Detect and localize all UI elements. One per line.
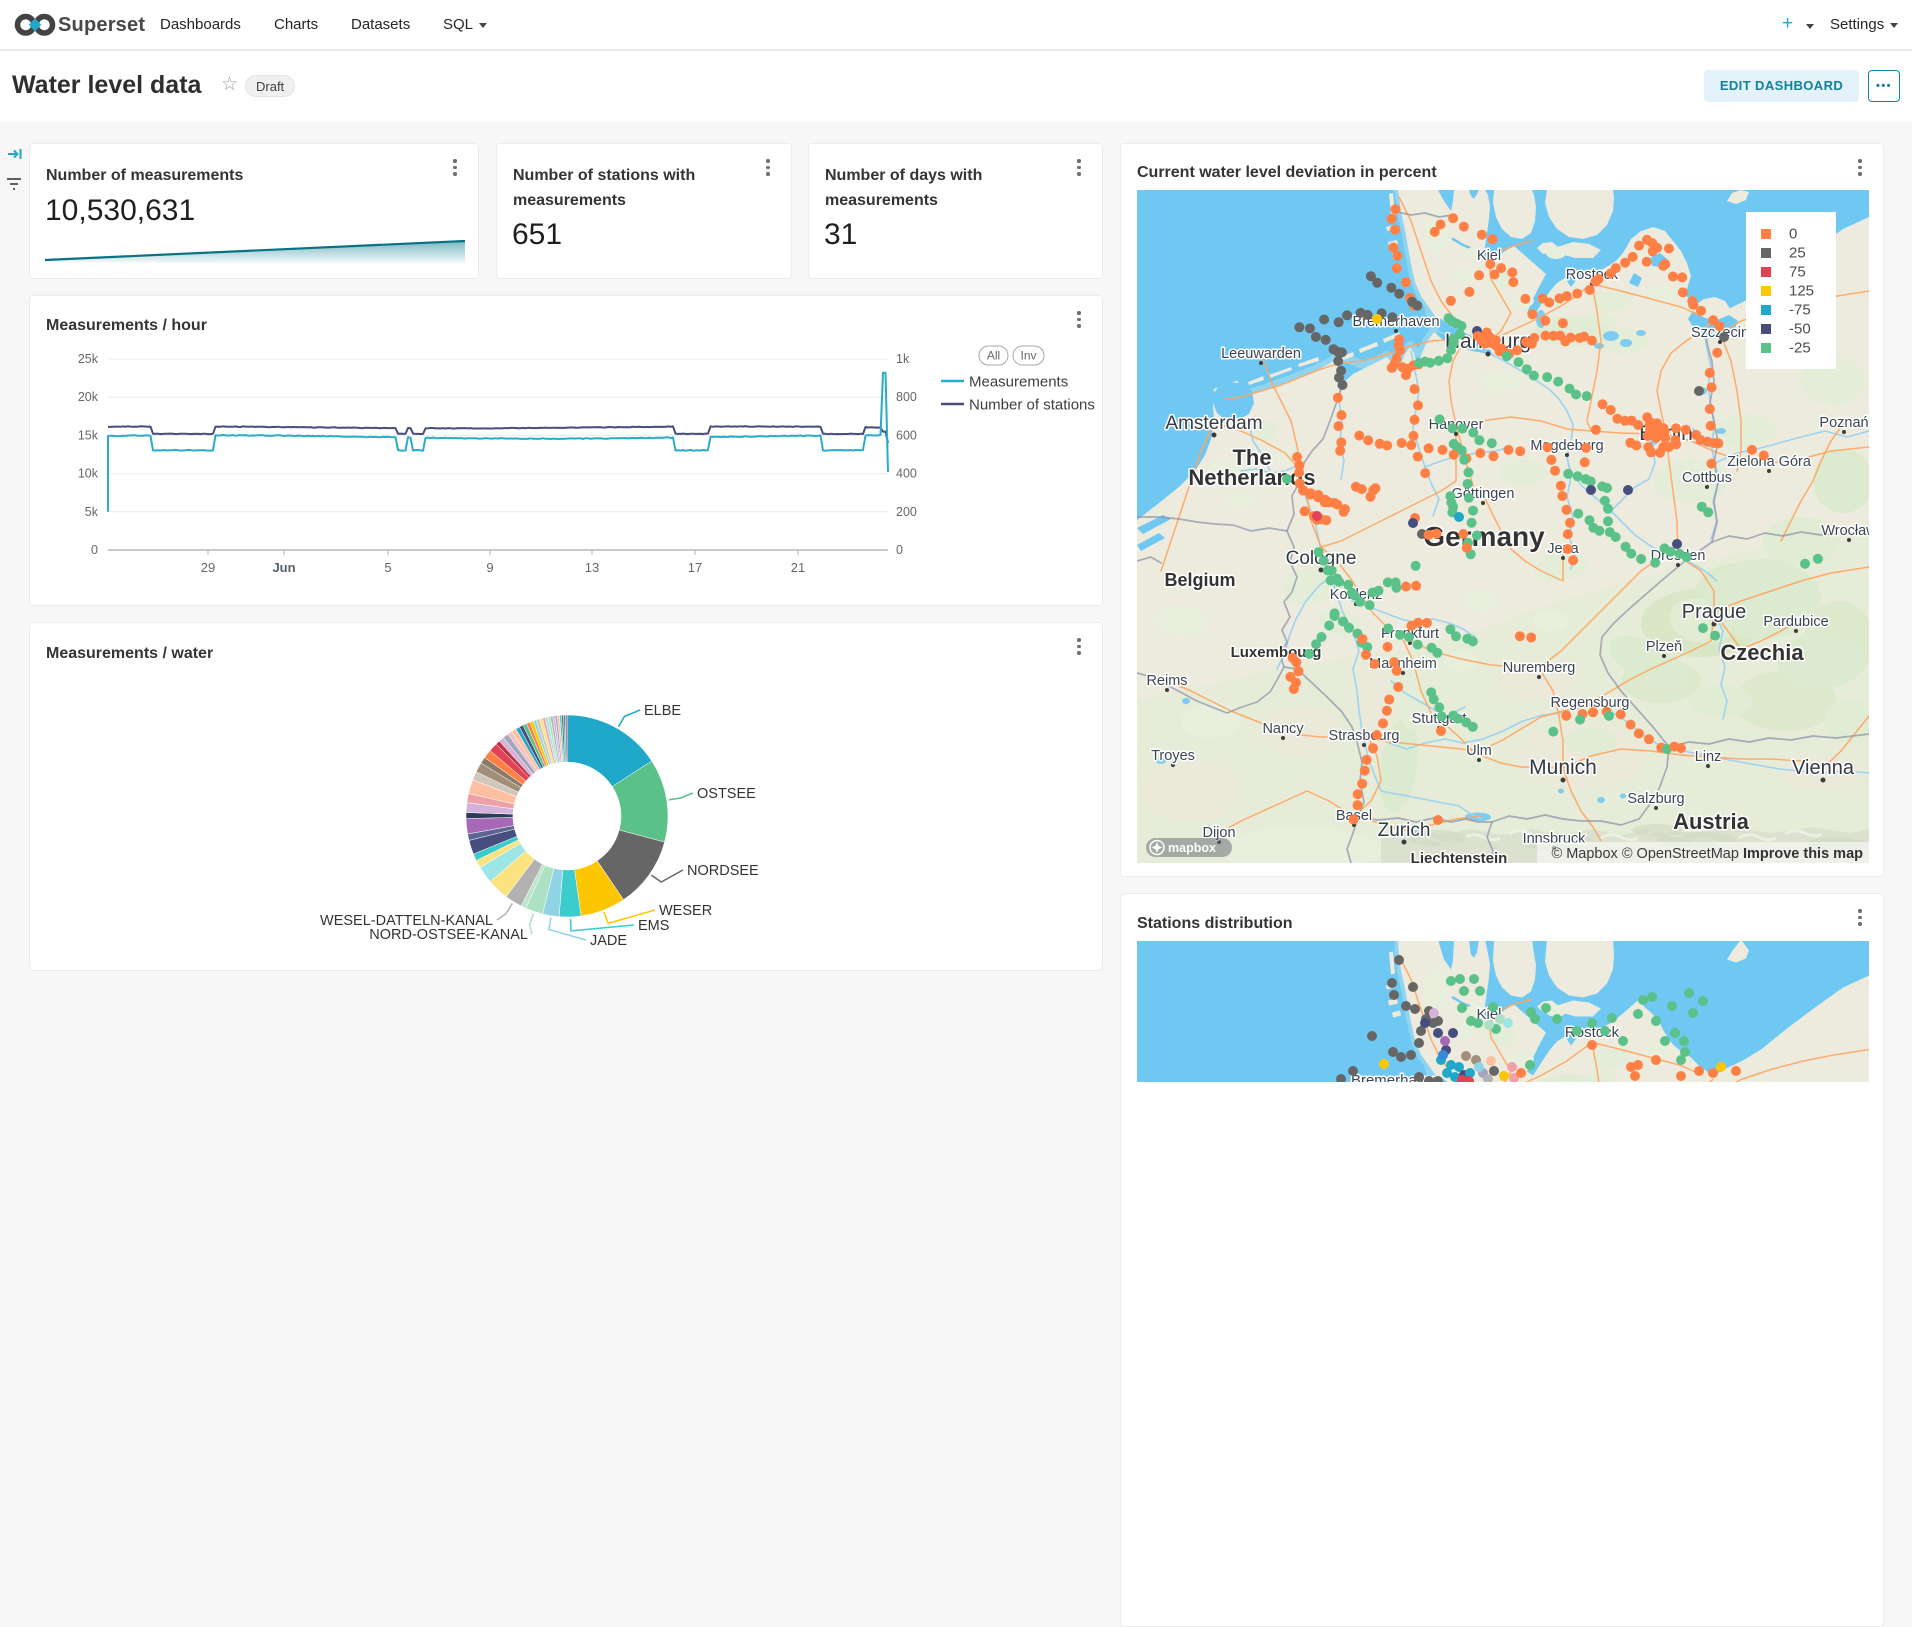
svg-text:Linz: Linz <box>1695 749 1722 765</box>
svg-text:Zurich: Zurich <box>1378 820 1431 841</box>
svg-text:Ulm: Ulm <box>1466 743 1492 759</box>
svg-text:Liechtenstein: Liechtenstein <box>1411 850 1508 863</box>
svg-text:15k: 15k <box>78 428 99 442</box>
svg-text:0: 0 <box>896 543 903 557</box>
svg-text:Zielona Góra: Zielona Góra <box>1727 454 1812 470</box>
svg-text:Salzburg: Salzburg <box>1627 791 1684 807</box>
svg-text:OSTSEE: OSTSEE <box>697 786 756 802</box>
svg-text:Poznań: Poznań <box>1819 415 1868 431</box>
svg-text:Nuremberg: Nuremberg <box>1503 660 1576 676</box>
svg-text:25k: 25k <box>78 352 99 366</box>
svg-text:Inv: Inv <box>1020 349 1036 363</box>
svg-text:Number of stations: Number of stations <box>969 397 1095 414</box>
svg-text:Troyes: Troyes <box>1151 748 1195 764</box>
svg-text:Cottbus: Cottbus <box>1682 470 1732 486</box>
svg-text:EMS: EMS <box>638 918 669 934</box>
svg-text:Göttingen: Göttingen <box>1452 486 1515 502</box>
svg-text:Czechia: Czechia <box>1720 640 1804 665</box>
svg-text:5k: 5k <box>85 505 99 519</box>
svg-text:125: 125 <box>1789 283 1814 300</box>
svg-text:Leeuwarden: Leeuwarden <box>1221 346 1301 362</box>
svg-text:29: 29 <box>201 560 215 575</box>
svg-text:Vienna: Vienna <box>1792 757 1855 779</box>
svg-text:© Mapbox © OpenStreetMap Impro: © Mapbox © OpenStreetMap Improve this ma… <box>1552 846 1864 862</box>
svg-text:20k: 20k <box>78 390 99 404</box>
svg-text:NORDSEE: NORDSEE <box>687 863 759 879</box>
svg-text:75: 75 <box>1789 264 1806 281</box>
svg-text:All: All <box>987 349 1000 363</box>
svg-text:Belgium: Belgium <box>1164 570 1235 590</box>
svg-text:0: 0 <box>1789 226 1797 243</box>
svg-text:NORD-OSTSEE-KANAL: NORD-OSTSEE-KANAL <box>369 927 528 943</box>
svg-text:-75: -75 <box>1789 302 1811 319</box>
svg-text:WESEL-DATTELN-KANAL: WESEL-DATTELN-KANAL <box>320 913 493 929</box>
svg-text:800: 800 <box>896 390 917 404</box>
svg-text:Magdeburg: Magdeburg <box>1530 438 1603 454</box>
svg-text:17: 17 <box>688 560 702 575</box>
svg-text:Nancy: Nancy <box>1262 721 1304 737</box>
svg-text:13: 13 <box>585 560 599 575</box>
svg-text:-25: -25 <box>1789 340 1811 357</box>
svg-text:10k: 10k <box>78 467 99 481</box>
svg-text:ELBE: ELBE <box>644 703 681 719</box>
svg-text:Reims: Reims <box>1146 673 1187 689</box>
svg-text:0: 0 <box>91 543 98 557</box>
svg-text:400: 400 <box>896 467 917 481</box>
svg-text:Strasbourg: Strasbourg <box>1329 728 1400 744</box>
svg-text:Amsterdam: Amsterdam <box>1165 413 1262 434</box>
svg-text:Pardubice: Pardubice <box>1763 614 1828 630</box>
svg-text:9: 9 <box>486 560 493 575</box>
svg-text:Plzeň: Plzeň <box>1646 639 1682 655</box>
svg-text:Wrocław: Wrocław <box>1821 523 1869 539</box>
svg-text:1k: 1k <box>896 352 910 366</box>
svg-text:600: 600 <box>896 428 917 442</box>
svg-text:5: 5 <box>384 560 391 575</box>
svg-text:Jun: Jun <box>272 560 295 575</box>
svg-text:25: 25 <box>1789 245 1806 262</box>
svg-text:Measurements: Measurements <box>969 374 1068 391</box>
svg-text:200: 200 <box>896 505 917 519</box>
svg-text:JADE: JADE <box>590 933 627 949</box>
svg-text:Munich: Munich <box>1529 756 1597 779</box>
svg-text:WESER: WESER <box>659 903 712 919</box>
svg-text:-50: -50 <box>1789 321 1811 338</box>
svg-text:Prague: Prague <box>1682 601 1747 623</box>
svg-text:21: 21 <box>791 560 805 575</box>
svg-text:Germany: Germany <box>1423 521 1545 552</box>
svg-text:mapbox: mapbox <box>1168 841 1216 855</box>
svg-text:Austria: Austria <box>1673 809 1750 834</box>
